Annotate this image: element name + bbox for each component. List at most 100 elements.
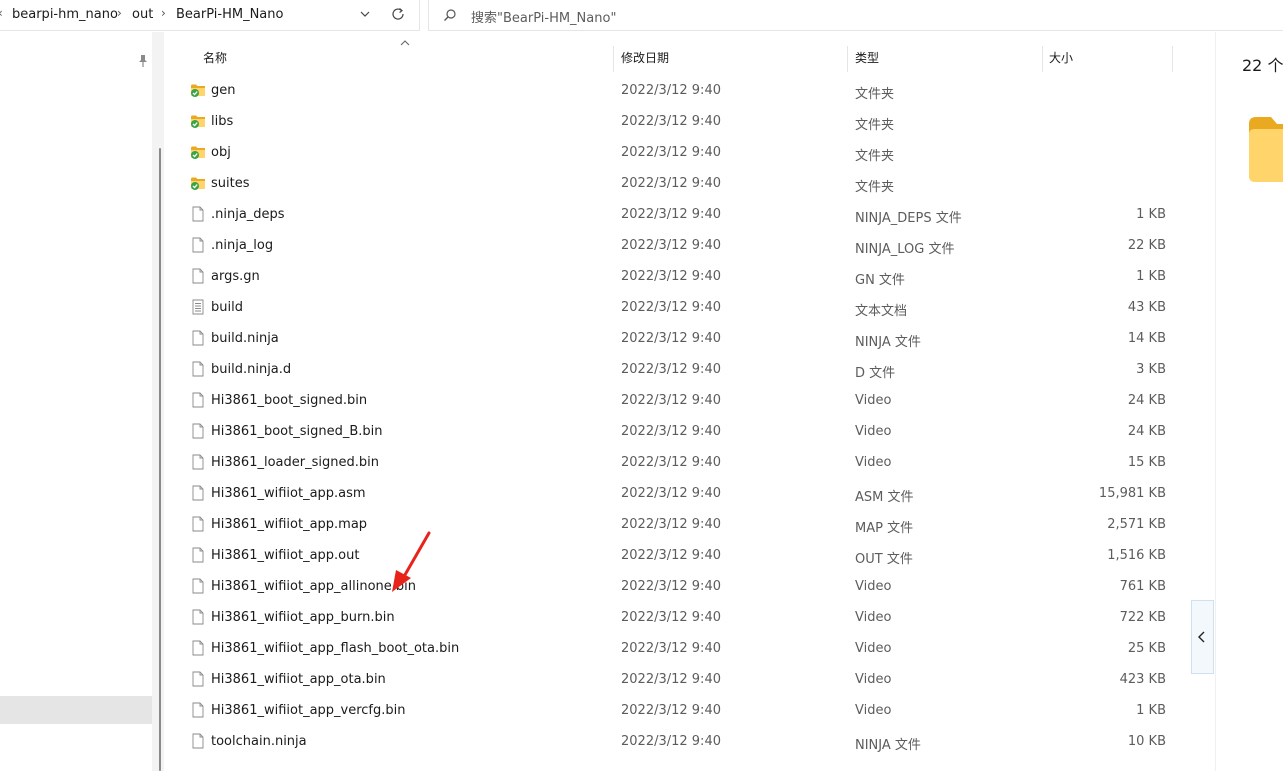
- file-row[interactable]: Hi3861_boot_signed.bin 2022/3/12 9:40 Vi…: [164, 385, 1176, 416]
- column-date-header[interactable]: 修改日期: [621, 49, 669, 66]
- column-divider[interactable]: [1042, 46, 1043, 72]
- breadcrumb-bearpi-hm-nano-current[interactable]: BearPi-HM_Nano: [176, 7, 283, 22]
- file-name[interactable]: gen: [211, 83, 236, 98]
- file-date: 2022/3/12 9:40: [621, 269, 721, 284]
- file-type: 文件夹: [855, 149, 895, 164]
- file-name[interactable]: Hi3861_wifiiot_app_burn.bin: [211, 610, 395, 625]
- breadcrumb-bearpi-hm-nano[interactable]: bearpi-hm_nano: [12, 7, 118, 22]
- scrollbar-thumb[interactable]: [159, 148, 161, 771]
- file-row[interactable]: Hi3861_wifiiot_app.map 2022/3/12 9:40 MA…: [164, 509, 1176, 540]
- file-icon: [190, 671, 206, 687]
- file-row[interactable]: build 2022/3/12 9:40 文本文档 43 KB: [164, 292, 1176, 323]
- file-row[interactable]: suites 2022/3/12 9:40 文件夹: [164, 168, 1176, 199]
- column-divider[interactable]: [613, 46, 614, 72]
- file-row[interactable]: toolchain.ninja 2022/3/12 9:40 NINJA 文件 …: [164, 726, 1176, 757]
- file-name[interactable]: Hi3861_boot_signed.bin: [211, 393, 367, 408]
- file-name[interactable]: Hi3861_wifiiot_app.map: [211, 517, 367, 532]
- file-row[interactable]: Hi3861_wifiiot_app.asm 2022/3/12 9:40 AS…: [164, 478, 1176, 509]
- file-date: 2022/3/12 9:40: [621, 176, 721, 191]
- file-date: 2022/3/12 9:40: [621, 455, 721, 470]
- file-date: 2022/3/12 9:40: [621, 641, 721, 656]
- file-row[interactable]: build.ninja 2022/3/12 9:40 NINJA 文件 14 K…: [164, 323, 1176, 354]
- chevron-left-icon[interactable]: ‹: [0, 6, 3, 20]
- breadcrumb-separator[interactable]: ›: [161, 6, 166, 20]
- file-name[interactable]: Hi3861_boot_signed_B.bin: [211, 424, 383, 439]
- file-size: 24 KB: [1127, 424, 1166, 439]
- file-name[interactable]: Hi3861_wifiiot_app_ota.bin: [211, 672, 386, 687]
- file-size: 1 KB: [1136, 207, 1166, 222]
- text-file-icon: [190, 299, 206, 315]
- file-date: 2022/3/12 9:40: [621, 83, 721, 98]
- file-name[interactable]: build.ninja: [211, 331, 279, 346]
- refresh-icon[interactable]: [390, 6, 406, 22]
- file-type: NINJA_LOG 文件: [855, 242, 955, 257]
- file-name[interactable]: Hi3861_loader_signed.bin: [211, 455, 379, 470]
- file-size: 22 KB: [1127, 238, 1166, 253]
- file-type: Video: [855, 579, 892, 594]
- file-row[interactable]: libs 2022/3/12 9:40 文件夹: [164, 106, 1176, 137]
- file-type: OUT 文件: [855, 552, 913, 567]
- breadcrumb-out[interactable]: out: [132, 7, 153, 22]
- folder-icon: [190, 144, 206, 160]
- file-row[interactable]: obj 2022/3/12 9:40 文件夹: [164, 137, 1176, 168]
- file-name[interactable]: suites: [211, 176, 250, 191]
- chevron-down-icon[interactable]: [358, 7, 372, 21]
- file-name[interactable]: toolchain.ninja: [211, 734, 307, 749]
- file-row[interactable]: Hi3861_wifiiot_app_vercfg.bin 2022/3/12 …: [164, 695, 1176, 726]
- file-size: 25 KB: [1127, 641, 1166, 656]
- file-icon: [190, 206, 206, 222]
- file-row[interactable]: Hi3861_wifiiot_app_allinone.bin 2022/3/1…: [164, 571, 1176, 602]
- file-type: GN 文件: [855, 273, 905, 288]
- file-name[interactable]: libs: [211, 114, 233, 129]
- file-name[interactable]: Hi3861_wifiiot_app_flash_boot_ota.bin: [211, 641, 459, 656]
- file-icon: [190, 578, 206, 594]
- details-pane-toggle[interactable]: [1191, 600, 1214, 674]
- pin-icon[interactable]: [137, 54, 149, 68]
- file-name[interactable]: build: [211, 300, 243, 315]
- file-row[interactable]: Hi3861_wifiiot_app_ota.bin 2022/3/12 9:4…: [164, 664, 1176, 695]
- file-size: 1 KB: [1136, 269, 1166, 284]
- sort-up-icon: [400, 40, 410, 46]
- column-divider[interactable]: [1172, 46, 1173, 72]
- file-name[interactable]: build.ninja.d: [211, 362, 291, 377]
- file-name[interactable]: Hi3861_wifiiot_app.out: [211, 548, 359, 563]
- file-row[interactable]: .ninja_log 2022/3/12 9:40 NINJA_LOG 文件 2…: [164, 230, 1176, 261]
- column-size-header[interactable]: 大小: [1049, 49, 1073, 66]
- address-bar[interactable]: ‹ bearpi-hm_nano › out › BearPi-HM_Nano: [0, 0, 420, 31]
- file-name[interactable]: .ninja_log: [211, 238, 273, 253]
- file-type: NINJA 文件: [855, 335, 921, 350]
- file-name[interactable]: Hi3861_wifiiot_app_vercfg.bin: [211, 703, 406, 718]
- file-name[interactable]: .ninja_deps: [211, 207, 285, 222]
- search-input[interactable]: 搜索"BearPi-HM_Nano": [471, 7, 616, 26]
- file-type: Video: [855, 393, 892, 408]
- nav-item-selected[interactable]: [0, 696, 152, 724]
- file-size: 24 KB: [1127, 393, 1166, 408]
- file-size: 15,981 KB: [1098, 486, 1166, 501]
- file-row[interactable]: .ninja_deps 2022/3/12 9:40 NINJA_DEPS 文件…: [164, 199, 1176, 230]
- file-icon: [190, 609, 206, 625]
- navigation-scrollbar[interactable]: [152, 32, 164, 771]
- file-size: 1,516 KB: [1107, 548, 1166, 563]
- file-row[interactable]: args.gn 2022/3/12 9:40 GN 文件 1 KB: [164, 261, 1176, 292]
- file-name[interactable]: Hi3861_wifiiot_app.asm: [211, 486, 366, 501]
- file-icon: [190, 237, 206, 253]
- file-type: Video: [855, 610, 892, 625]
- file-name[interactable]: obj: [211, 145, 231, 160]
- breadcrumb-separator[interactable]: ›: [117, 6, 122, 20]
- file-icon: [190, 547, 206, 563]
- file-row[interactable]: Hi3861_wifiiot_app_burn.bin 2022/3/12 9:…: [164, 602, 1176, 633]
- file-row[interactable]: Hi3861_wifiiot_app.out 2022/3/12 9:40 OU…: [164, 540, 1176, 571]
- file-row[interactable]: build.ninja.d 2022/3/12 9:40 D 文件 3 KB: [164, 354, 1176, 385]
- chevron-left-icon: [1198, 631, 1205, 643]
- file-row[interactable]: gen 2022/3/12 9:40 文件夹: [164, 75, 1176, 106]
- column-type-header[interactable]: 类型: [855, 49, 879, 66]
- file-size: 14 KB: [1127, 331, 1166, 346]
- file-row[interactable]: Hi3861_wifiiot_app_flash_boot_ota.bin 20…: [164, 633, 1176, 664]
- search-box[interactable]: 搜索"BearPi-HM_Nano": [428, 0, 1283, 31]
- column-name-header[interactable]: 名称: [203, 49, 227, 66]
- column-divider[interactable]: [847, 46, 848, 72]
- file-row[interactable]: Hi3861_boot_signed_B.bin 2022/3/12 9:40 …: [164, 416, 1176, 447]
- file-name[interactable]: args.gn: [211, 269, 260, 284]
- file-row[interactable]: Hi3861_loader_signed.bin 2022/3/12 9:40 …: [164, 447, 1176, 478]
- file-type: NINJA 文件: [855, 738, 921, 753]
